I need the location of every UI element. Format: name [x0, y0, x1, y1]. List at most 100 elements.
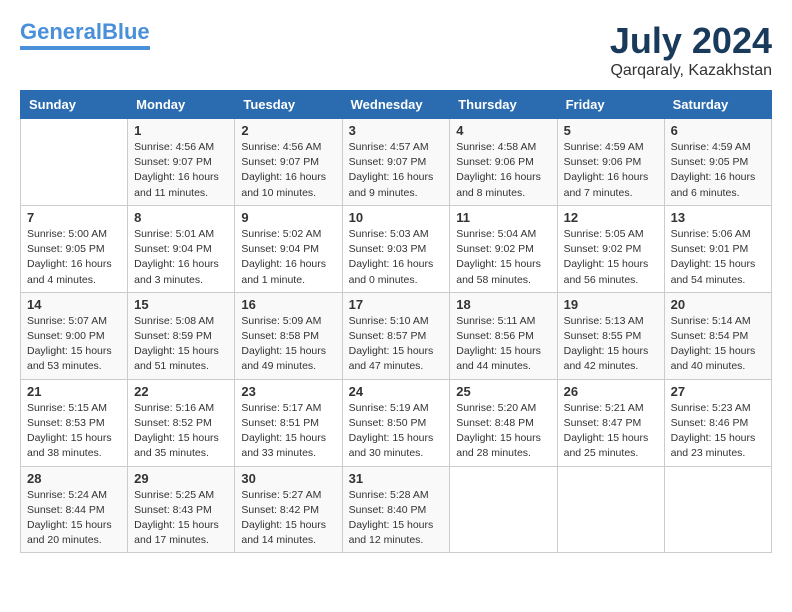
day-info: Sunrise: 5:28 AM Sunset: 8:40 PM Dayligh… — [349, 488, 444, 549]
page-header: GeneralBlue July 2024 Qarqaraly, Kazakhs… — [20, 20, 772, 80]
day-info: Sunrise: 5:16 AM Sunset: 8:52 PM Dayligh… — [134, 401, 228, 462]
day-info: Sunrise: 5:01 AM Sunset: 9:04 PM Dayligh… — [134, 227, 228, 288]
weekday-header: Sunday — [21, 91, 128, 119]
day-number: 24 — [349, 384, 444, 399]
calendar-cell: 17Sunrise: 5:10 AM Sunset: 8:57 PM Dayli… — [342, 292, 450, 379]
day-number: 12 — [564, 210, 658, 225]
calendar-week-row: 1Sunrise: 4:56 AM Sunset: 9:07 PM Daylig… — [21, 119, 772, 206]
day-info: Sunrise: 5:20 AM Sunset: 8:48 PM Dayligh… — [456, 401, 550, 462]
day-info: Sunrise: 5:27 AM Sunset: 8:42 PM Dayligh… — [241, 488, 335, 549]
calendar-cell: 1Sunrise: 4:56 AM Sunset: 9:07 PM Daylig… — [128, 119, 235, 206]
day-info: Sunrise: 5:06 AM Sunset: 9:01 PM Dayligh… — [671, 227, 765, 288]
calendar-title: July 2024 — [610, 20, 772, 62]
calendar-cell — [450, 466, 557, 553]
calendar-cell — [664, 466, 771, 553]
day-number: 14 — [27, 297, 121, 312]
day-info: Sunrise: 5:13 AM Sunset: 8:55 PM Dayligh… — [564, 314, 658, 375]
calendar-cell: 23 Sunrise: 5:17 AM Sunset: 8:51 PM Dayli… — [235, 379, 342, 466]
day-number: 9 — [241, 210, 335, 225]
day-number: 11 — [456, 210, 550, 225]
calendar-subtitle: Qarqaraly, Kazakhstan — [610, 62, 772, 80]
day-number: 3 — [349, 123, 444, 138]
day-number: 10 — [349, 210, 444, 225]
day-info: Sunrise: 5:11 AM Sunset: 8:56 PM Dayligh… — [456, 314, 550, 375]
calendar-cell: 7Sunrise: 5:00 AM Sunset: 9:05 PM Daylig… — [21, 205, 128, 292]
calendar-cell: 18Sunrise: 5:11 AM Sunset: 8:56 PM Dayli… — [450, 292, 557, 379]
day-number: 7 — [27, 210, 121, 225]
day-number: 31 — [349, 471, 444, 486]
day-info: Sunrise: 5:23 AM Sunset: 8:46 PM Dayligh… — [671, 401, 765, 462]
calendar-cell: 15 Sunrise: 5:08 AM Sunset: 8:59 PM Dayli… — [128, 292, 235, 379]
calendar-table: SundayMondayTuesdayWednesdayThursdayFrid… — [20, 90, 772, 553]
calendar-cell: 5 Sunrise: 4:59 AM Sunset: 9:06 PM Daylig… — [557, 119, 664, 206]
day-info: Sunrise: 4:58 AM Sunset: 9:06 PM Dayligh… — [456, 140, 550, 201]
day-info: Sunrise: 5:15 AM Sunset: 8:53 PM Dayligh… — [27, 401, 121, 462]
calendar-cell: 8Sunrise: 5:01 AM Sunset: 9:04 PM Daylig… — [128, 205, 235, 292]
day-info: Sunrise: 4:59 AM Sunset: 9:05 PM Dayligh… — [671, 140, 765, 201]
calendar-header-row: SundayMondayTuesdayWednesdayThursdayFrid… — [21, 91, 772, 119]
day-info: Sunrise: 5:14 AM Sunset: 8:54 PM Dayligh… — [671, 314, 765, 375]
weekday-header: Friday — [557, 91, 664, 119]
weekday-header: Saturday — [664, 91, 771, 119]
day-number: 19 — [564, 297, 658, 312]
calendar-week-row: 28 Sunrise: 5:24 AM Sunset: 8:44 PM Dayli… — [21, 466, 772, 553]
calendar-week-row: 21Sunrise: 5:15 AM Sunset: 8:53 PM Dayli… — [21, 379, 772, 466]
day-info: Sunrise: 5:05 AM Sunset: 9:02 PM Dayligh… — [564, 227, 658, 288]
day-number: 15 — [134, 297, 228, 312]
day-info: Sunrise: 4:57 AM Sunset: 9:07 PM Dayligh… — [349, 140, 444, 201]
day-number: 26 — [564, 384, 658, 399]
day-number: 13 — [671, 210, 765, 225]
calendar-cell: 13 Sunrise: 5:06 AM Sunset: 9:01 PM Dayli… — [664, 205, 771, 292]
day-number: 27 — [671, 384, 765, 399]
day-number: 29 — [134, 471, 228, 486]
weekday-header: Wednesday — [342, 91, 450, 119]
day-number: 6 — [671, 123, 765, 138]
day-number: 16 — [241, 297, 335, 312]
day-info: Sunrise: 5:19 AM Sunset: 8:50 PM Dayligh… — [349, 401, 444, 462]
day-info: Sunrise: 5:10 AM Sunset: 8:57 PM Dayligh… — [349, 314, 444, 375]
day-number: 28 — [27, 471, 121, 486]
calendar-body: 1Sunrise: 4:56 AM Sunset: 9:07 PM Daylig… — [21, 119, 772, 553]
calendar-cell: 11 Sunrise: 5:04 AM Sunset: 9:02 PM Dayli… — [450, 205, 557, 292]
calendar-cell: 3 Sunrise: 4:57 AM Sunset: 9:07 PM Daylig… — [342, 119, 450, 206]
day-info: Sunrise: 4:56 AM Sunset: 9:07 PM Dayligh… — [241, 140, 335, 201]
day-info: Sunrise: 5:09 AM Sunset: 8:58 PM Dayligh… — [241, 314, 335, 375]
calendar-cell: 2 Sunrise: 4:56 AM Sunset: 9:07 PM Daylig… — [235, 119, 342, 206]
calendar-cell: 9 Sunrise: 5:02 AM Sunset: 9:04 PM Daylig… — [235, 205, 342, 292]
day-info: Sunrise: 5:08 AM Sunset: 8:59 PM Dayligh… — [134, 314, 228, 375]
day-info: Sunrise: 5:21 AM Sunset: 8:47 PM Dayligh… — [564, 401, 658, 462]
day-number: 23 — [241, 384, 335, 399]
calendar-week-row: 14Sunrise: 5:07 AM Sunset: 9:00 PM Dayli… — [21, 292, 772, 379]
day-number: 2 — [241, 123, 335, 138]
calendar-cell: 29 Sunrise: 5:25 AM Sunset: 8:43 PM Dayli… — [128, 466, 235, 553]
logo-underline — [20, 46, 150, 50]
calendar-cell — [21, 119, 128, 206]
weekday-header: Monday — [128, 91, 235, 119]
logo-blue: Blue — [102, 19, 150, 44]
day-number: 5 — [564, 123, 658, 138]
calendar-cell: 14Sunrise: 5:07 AM Sunset: 9:00 PM Dayli… — [21, 292, 128, 379]
day-number: 22 — [134, 384, 228, 399]
day-number: 25 — [456, 384, 550, 399]
calendar-cell: 16 Sunrise: 5:09 AM Sunset: 8:58 PM Dayli… — [235, 292, 342, 379]
title-block: July 2024 Qarqaraly, Kazakhstan — [610, 20, 772, 80]
calendar-cell: 30Sunrise: 5:27 AM Sunset: 8:42 PM Dayli… — [235, 466, 342, 553]
calendar-cell: 21Sunrise: 5:15 AM Sunset: 8:53 PM Dayli… — [21, 379, 128, 466]
day-info: Sunrise: 5:03 AM Sunset: 9:03 PM Dayligh… — [349, 227, 444, 288]
calendar-cell: 20Sunrise: 5:14 AM Sunset: 8:54 PM Dayli… — [664, 292, 771, 379]
calendar-cell: 10 Sunrise: 5:03 AM Sunset: 9:03 PM Dayli… — [342, 205, 450, 292]
logo-general: General — [20, 19, 102, 44]
calendar-cell: 22 Sunrise: 5:16 AM Sunset: 8:52 PM Dayli… — [128, 379, 235, 466]
day-number: 4 — [456, 123, 550, 138]
day-info: Sunrise: 5:24 AM Sunset: 8:44 PM Dayligh… — [27, 488, 121, 549]
calendar-cell: 28 Sunrise: 5:24 AM Sunset: 8:44 PM Dayli… — [21, 466, 128, 553]
day-info: Sunrise: 5:04 AM Sunset: 9:02 PM Dayligh… — [456, 227, 550, 288]
day-info: Sunrise: 5:02 AM Sunset: 9:04 PM Dayligh… — [241, 227, 335, 288]
calendar-cell: 19 Sunrise: 5:13 AM Sunset: 8:55 PM Dayli… — [557, 292, 664, 379]
calendar-cell — [557, 466, 664, 553]
calendar-cell: 27 Sunrise: 5:23 AM Sunset: 8:46 PM Dayli… — [664, 379, 771, 466]
weekday-header: Tuesday — [235, 91, 342, 119]
day-info: Sunrise: 5:17 AM Sunset: 8:51 PM Dayligh… — [241, 401, 335, 462]
day-info: Sunrise: 4:59 AM Sunset: 9:06 PM Dayligh… — [564, 140, 658, 201]
day-info: Sunrise: 5:25 AM Sunset: 8:43 PM Dayligh… — [134, 488, 228, 549]
